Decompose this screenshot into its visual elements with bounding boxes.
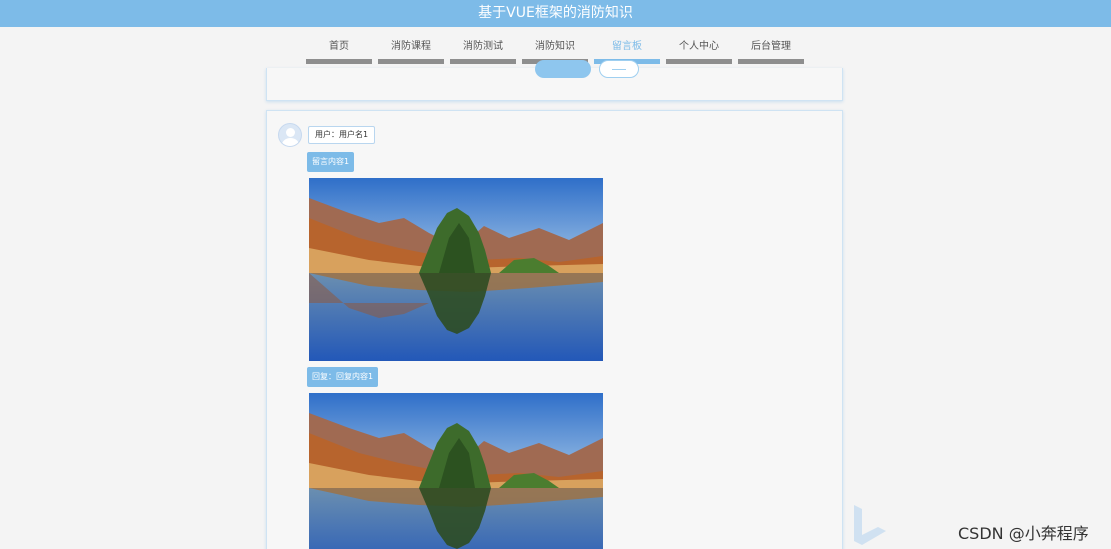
app-header: 基于VUE框架的消防知识 bbox=[0, 0, 1111, 27]
message-card: 用户：用户名1 留言内容1 回复：回复内容1 bbox=[266, 110, 843, 549]
message-form-card bbox=[266, 60, 843, 101]
site-title: 基于VUE框架的消防知识 bbox=[478, 5, 633, 21]
reply-tag: 回复：回复内容1 bbox=[307, 367, 379, 387]
reset-button[interactable] bbox=[599, 60, 639, 78]
submit-button[interactable] bbox=[535, 60, 591, 78]
avatar bbox=[278, 123, 302, 147]
nav-item-courses[interactable]: 消防课程 bbox=[378, 38, 444, 64]
watermark: CSDN @小奔程序 bbox=[958, 524, 1089, 543]
message-user-tag: 用户：用户名1 bbox=[308, 126, 376, 144]
message-image bbox=[309, 178, 603, 361]
bing-logo-icon bbox=[854, 505, 886, 545]
nav-item-admin[interactable]: 后台管理 bbox=[738, 38, 804, 64]
nav-item-home[interactable]: 首页 bbox=[306, 38, 372, 64]
nav-item-tests[interactable]: 消防测试 bbox=[450, 38, 516, 64]
reply-image bbox=[309, 393, 603, 549]
message-content-tag: 留言内容1 bbox=[307, 152, 355, 172]
nav-item-profile[interactable]: 个人中心 bbox=[666, 38, 732, 64]
